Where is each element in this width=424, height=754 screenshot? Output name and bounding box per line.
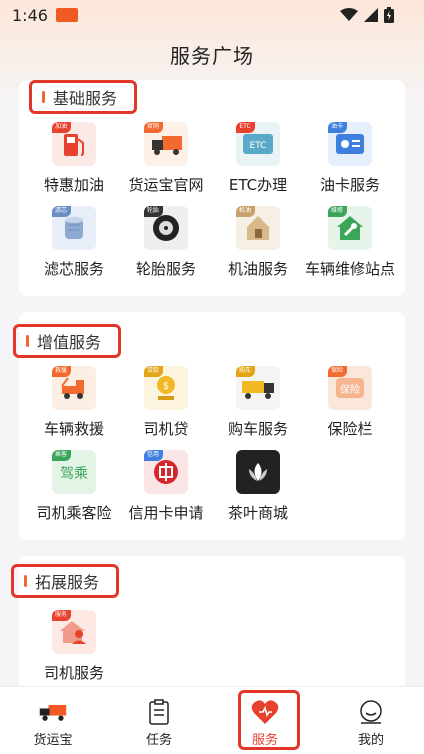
- service-item-tire[interactable]: 轮胎 轮胎服务: [120, 206, 212, 279]
- service-item-passenger-insurance[interactable]: 乘客 驾乘 司机乘客险: [28, 450, 120, 523]
- section-header: 基础服务: [29, 80, 137, 114]
- tab-home[interactable]: 货运宝: [0, 687, 106, 754]
- service-label: 机油服务: [227, 260, 288, 278]
- service-item-vehicle-purchase[interactable]: 购车 购车服务: [212, 366, 304, 439]
- semi-truck-icon: [242, 381, 274, 399]
- service-label: 轮胎服务: [135, 260, 196, 278]
- svg-text:$: $: [163, 381, 169, 392]
- battery-icon: [384, 7, 394, 23]
- filter-icon: [65, 217, 83, 239]
- service-label: 司机贷: [143, 420, 189, 438]
- service-item-engine-oil[interactable]: 机油 机油服务: [212, 206, 304, 279]
- app-notification-icon: [55, 8, 78, 22]
- section-title: 拓展服务: [35, 573, 100, 592]
- insurance-icon: 保险: [336, 378, 364, 398]
- status-indicators: [340, 7, 394, 23]
- service-item-roadside-rescue[interactable]: 救援 车辆救援: [28, 366, 120, 439]
- status-time: 1:46: [12, 5, 48, 25]
- signal-icon: [364, 8, 378, 22]
- service-label: 茶叶商城: [227, 504, 288, 522]
- section-header: 拓展服务: [11, 564, 119, 598]
- service-item-etc[interactable]: ETC ETC ETC办理: [212, 122, 304, 195]
- driver-home-icon: [60, 621, 86, 644]
- service-label: 司机服务: [43, 664, 104, 682]
- svg-text:驾乘: 驾乘: [60, 466, 88, 482]
- svg-text:ETC: ETC: [250, 141, 267, 151]
- service-label: 货运宝官网: [128, 176, 204, 194]
- section-title: 基础服务: [53, 89, 118, 108]
- tire-icon: [153, 215, 179, 241]
- service-label: ETC办理: [228, 176, 288, 194]
- bottom-tab-bar: 货运宝 任务 服务 我的: [0, 686, 424, 754]
- wifi-icon: [340, 8, 358, 21]
- coin-stack-icon: $: [157, 376, 175, 400]
- truck-logo-icon: [39, 704, 67, 721]
- service-list[interactable]: 基础服务 增值服务 拓展服务 加油 特惠加油 官网 货运宝官网 ETC ETC …: [0, 80, 424, 686]
- section-title: 增值服务: [37, 333, 102, 352]
- service-label: 购车服务: [227, 420, 288, 438]
- tab-label: 我的: [357, 733, 384, 748]
- svg-text:保险: 保险: [340, 383, 360, 396]
- service-item-driver-loan[interactable]: 贷款 $ 司机贷: [120, 366, 212, 439]
- service-item-credit-card[interactable]: 信用 信用卡申请: [120, 450, 212, 523]
- service-item-fuel-discount[interactable]: 加油 特惠加油: [28, 122, 120, 195]
- service-item-driver-services[interactable]: 服务 司机服务: [28, 610, 120, 683]
- tab-me[interactable]: 我的: [318, 687, 424, 754]
- tab-label: 任务: [145, 733, 172, 748]
- citic-bank-icon: [154, 460, 178, 484]
- service-item-official-site[interactable]: 官网 货运宝官网: [120, 122, 212, 195]
- repair-house-icon: [337, 216, 363, 240]
- smile-face-icon: [360, 700, 382, 724]
- service-item-fuel-card[interactable]: 油卡 油卡服务: [304, 122, 396, 195]
- etc-card-icon: ETC: [243, 134, 273, 154]
- service-item-tea-shop[interactable]: 茶叶商城: [212, 450, 304, 523]
- service-label: 信用卡申请: [128, 504, 204, 522]
- truck-icon: [152, 136, 182, 155]
- service-label: 车辆救援: [43, 420, 104, 438]
- tab-label: 货运宝: [33, 733, 73, 748]
- fuel-pump-icon: [64, 134, 84, 156]
- clipboard-icon: [149, 699, 169, 725]
- section-accent-bar: [24, 575, 27, 587]
- engine-oil-icon: [247, 216, 269, 240]
- service-label: 油卡服务: [319, 176, 380, 194]
- service-item-repair-station[interactable]: 维修 车辆维修站点: [304, 206, 396, 279]
- service-label: 特惠加油: [43, 176, 104, 194]
- service-label: 车辆维修站点: [304, 260, 395, 278]
- active-tab-highlight: [238, 690, 300, 750]
- section-accent-bar: [42, 91, 45, 103]
- service-label: 司机乘客险: [36, 504, 112, 522]
- section-accent-bar: [26, 335, 29, 347]
- page-title: 服务广场: [170, 44, 254, 68]
- service-item-insurance[interactable]: 保险 保险 保险栏: [304, 366, 396, 439]
- tab-tasks[interactable]: 任务: [106, 687, 212, 754]
- tow-truck-icon: [61, 377, 84, 399]
- service-item-filter[interactable]: 滤芯 滤芯服务: [28, 206, 120, 279]
- service-label: 保险栏: [327, 420, 373, 438]
- service-label: 滤芯服务: [43, 260, 104, 278]
- fuel-card-icon: [336, 134, 364, 154]
- passenger-insurance-icon: 驾乘: [60, 466, 88, 482]
- section-header: 增值服务: [13, 324, 121, 358]
- tea-leaf-icon: [249, 463, 267, 481]
- status-bar: 1:46: [0, 0, 424, 30]
